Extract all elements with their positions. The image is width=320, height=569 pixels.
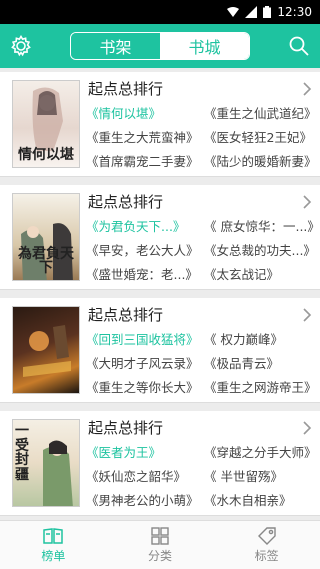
book-link[interactable]: 《 庶女惊华：一...》: [204, 216, 320, 235]
cover-title: 情何以堪: [18, 147, 74, 164]
book-link[interactable]: 《陆少的暖婚新妻》: [204, 151, 317, 170]
cover-figure: [23, 325, 71, 377]
book-link[interactable]: 《 半世留殇》: [204, 466, 283, 485]
book-cover[interactable]: [12, 306, 80, 394]
tab-tags[interactable]: 标签: [213, 521, 320, 569]
book-link[interactable]: 《水木自相亲》: [204, 490, 292, 509]
chevron-right-icon[interactable]: [302, 82, 312, 96]
book-cover[interactable]: 情何以堪: [12, 80, 80, 168]
ranking-card[interactable]: 一受封疆 起点总排行 《医者为王》 《穿越之分手大师》 《妖仙恋之韶华》 《 半…: [0, 411, 320, 516]
tab-ranking[interactable]: 榜单: [0, 521, 107, 569]
book-link[interactable]: 《情何以堪》: [86, 103, 161, 122]
tab-label: 榜单: [41, 548, 66, 563]
grid-icon: [151, 526, 169, 545]
cover-title: 為君負天下: [18, 245, 74, 277]
bottom-tab-bar: 榜单 分类 标签: [0, 520, 320, 569]
book-link[interactable]: 《大明才子风云录》: [86, 353, 199, 372]
book-link[interactable]: 《极品青云》: [204, 353, 279, 372]
tab-category[interactable]: 分类: [107, 521, 214, 569]
status-bar: 12:30: [0, 0, 320, 24]
book-link[interactable]: 《重生之大荒蛮神》: [86, 127, 199, 146]
book-cover[interactable]: 為君負天下: [12, 193, 80, 281]
ranking-title: 起点总排行: [88, 419, 164, 437]
shelf-store-switch: 书架 书城: [70, 32, 250, 60]
book-open-icon: [43, 527, 64, 544]
book-cover[interactable]: 一受封疆: [12, 419, 80, 507]
search-icon[interactable]: [288, 35, 310, 57]
ranking-list: 情何以堪 起点总排行 《情何以堪》 《重生之仙武道纪》 《重生之大荒蛮神》 《医…: [0, 68, 320, 521]
book-link[interactable]: 《重生之网游帝王》: [204, 377, 317, 396]
book-link[interactable]: 《女总裁的功夫...》: [204, 240, 316, 259]
tab-bookshelf[interactable]: 书架: [71, 33, 160, 59]
book-link[interactable]: 《医女轻狂2王妃》: [204, 127, 312, 146]
book-link[interactable]: 《医者为王》: [86, 442, 161, 461]
tab-bookstore[interactable]: 书城: [160, 33, 249, 59]
book-link[interactable]: 《盛世婚宠：老...》: [86, 264, 198, 283]
ranking-card[interactable]: 起点总排行 《回到三国收猛将》 《 权力巅峰》 《大明才子风云录》 《极品青云》…: [0, 298, 320, 403]
battery-icon: [263, 6, 272, 18]
status-time: 12:30: [277, 5, 312, 19]
book-link[interactable]: 《穿越之分手大师》: [204, 442, 317, 461]
book-link[interactable]: 《早安，老公大人》: [86, 240, 199, 259]
book-link[interactable]: 《妖仙恋之韶华》: [86, 466, 186, 485]
ranking-card[interactable]: 情何以堪 起点总排行 《情何以堪》 《重生之仙武道纪》 《重生之大荒蛮神》 《医…: [0, 72, 320, 177]
book-link[interactable]: 《重生之仙武道纪》: [204, 103, 317, 122]
book-link[interactable]: 《首席霸宠二手妻》: [86, 151, 199, 170]
signal-icon: [245, 6, 258, 18]
book-link[interactable]: 《回到三国收猛将》: [86, 329, 199, 348]
tag-icon: [257, 526, 276, 545]
chevron-right-icon[interactable]: [302, 421, 312, 435]
gear-icon[interactable]: [10, 35, 32, 57]
ranking-title: 起点总排行: [88, 193, 164, 211]
top-bar: 书架 书城: [0, 24, 320, 68]
chevron-right-icon[interactable]: [302, 195, 312, 209]
book-link[interactable]: 《男神老公的小萌》: [86, 490, 199, 509]
tab-label: 分类: [148, 548, 173, 563]
tab-label: 标签: [254, 548, 279, 563]
book-link[interactable]: 《 权力巅峰》: [204, 329, 283, 348]
chevron-right-icon[interactable]: [302, 308, 312, 322]
book-link[interactable]: 《为君负天下...》: [86, 216, 185, 235]
ranking-card[interactable]: 為君負天下 起点总排行 《为君负天下...》 《 庶女惊华：一...》 《早安，…: [0, 185, 320, 290]
cover-title: 一受封疆: [15, 423, 29, 484]
book-link[interactable]: 《重生之等你长大》: [86, 377, 199, 396]
book-link[interactable]: 《太玄战记》: [204, 264, 279, 283]
ranking-title: 起点总排行: [88, 80, 164, 98]
ranking-title: 起点总排行: [88, 306, 164, 324]
wifi-icon: [227, 7, 240, 17]
